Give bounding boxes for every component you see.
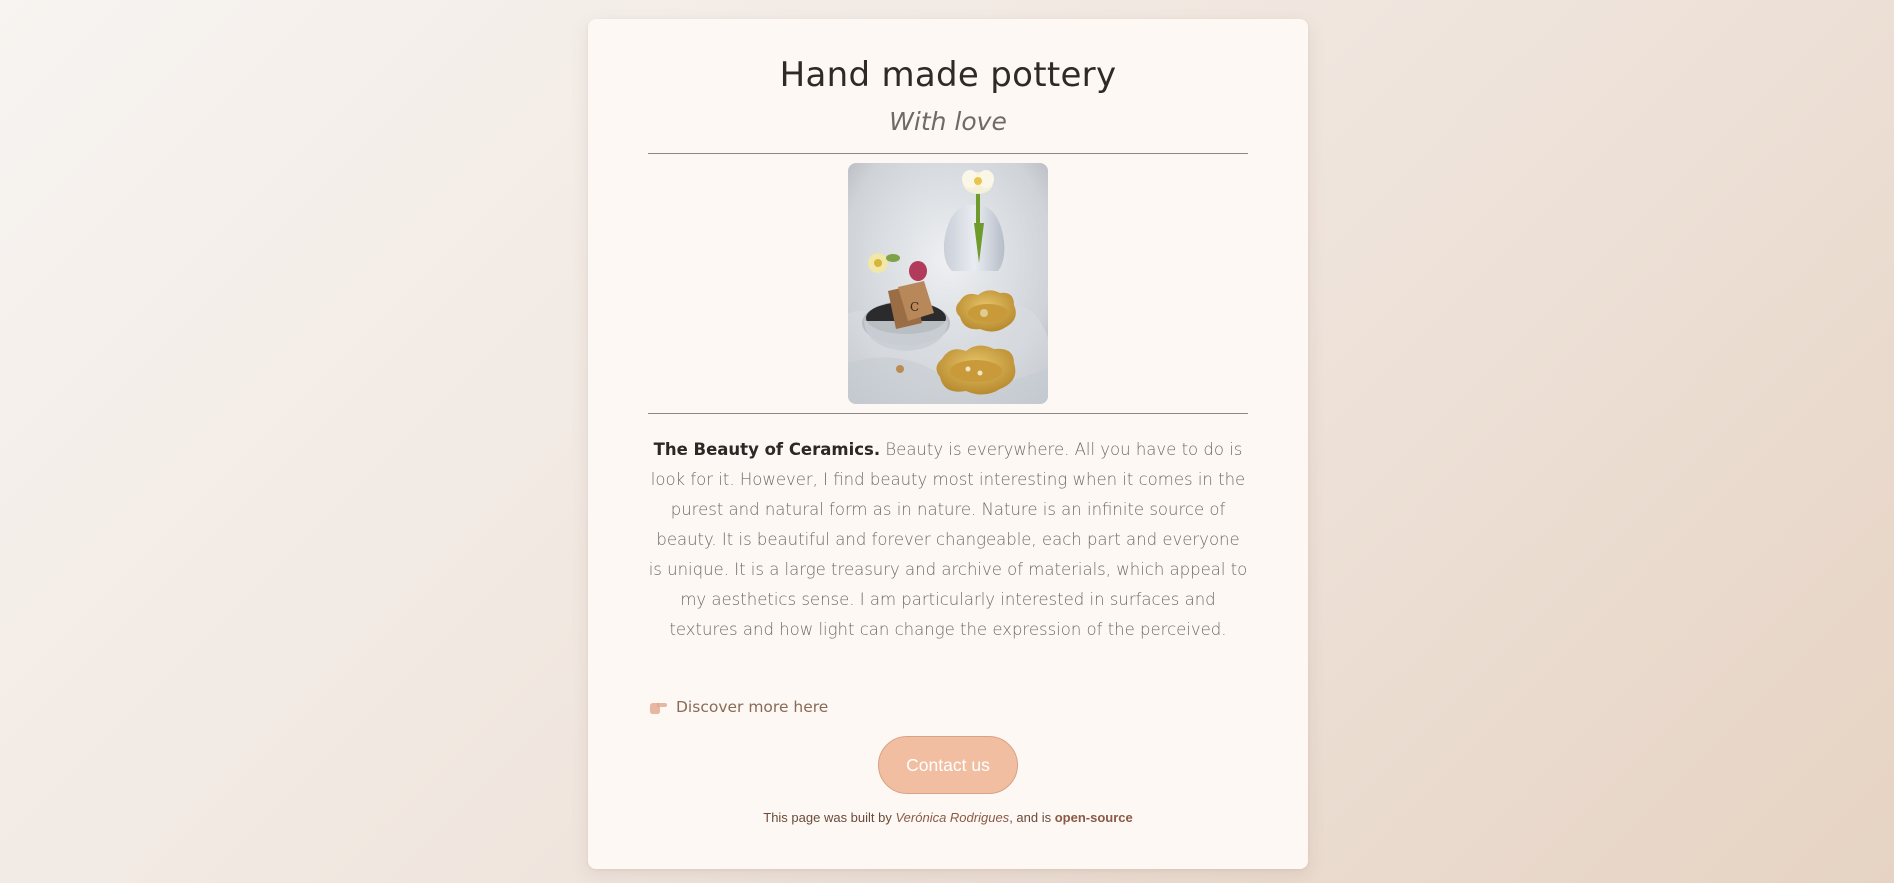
top-divider — [648, 153, 1248, 154]
article-body: Beauty is everywhere. All you have to do… — [648, 440, 1248, 639]
discover-more-label: Discover more here — [676, 698, 829, 716]
svg-text:C: C — [910, 300, 919, 314]
page-footer: This page was built by Verónica Rodrigue… — [588, 809, 1308, 827]
page-subtitle: With love — [889, 107, 1007, 136]
page-title: Hand made pottery — [779, 55, 1117, 95]
pottery-photo: C — [848, 163, 1048, 404]
discover-more-link[interactable]: Discover more here — [648, 696, 828, 718]
pointing-hand-icon — [648, 698, 668, 716]
bottom-divider — [648, 413, 1248, 414]
footer-middle: , and is — [1009, 810, 1055, 825]
content-card: Hand made pottery With love C The Beauty… — [588, 19, 1308, 869]
article-lead: The Beauty of Ceramics. — [653, 440, 881, 459]
contact-us-button[interactable]: Contact us — [878, 736, 1018, 794]
footer-prefix: This page was built by — [763, 810, 896, 825]
author-link[interactable]: Verónica Rodrigues — [895, 810, 1009, 825]
open-source-link[interactable]: open-source — [1055, 810, 1133, 825]
article-paragraph: The Beauty of Ceramics. Beauty is everyw… — [648, 435, 1248, 645]
